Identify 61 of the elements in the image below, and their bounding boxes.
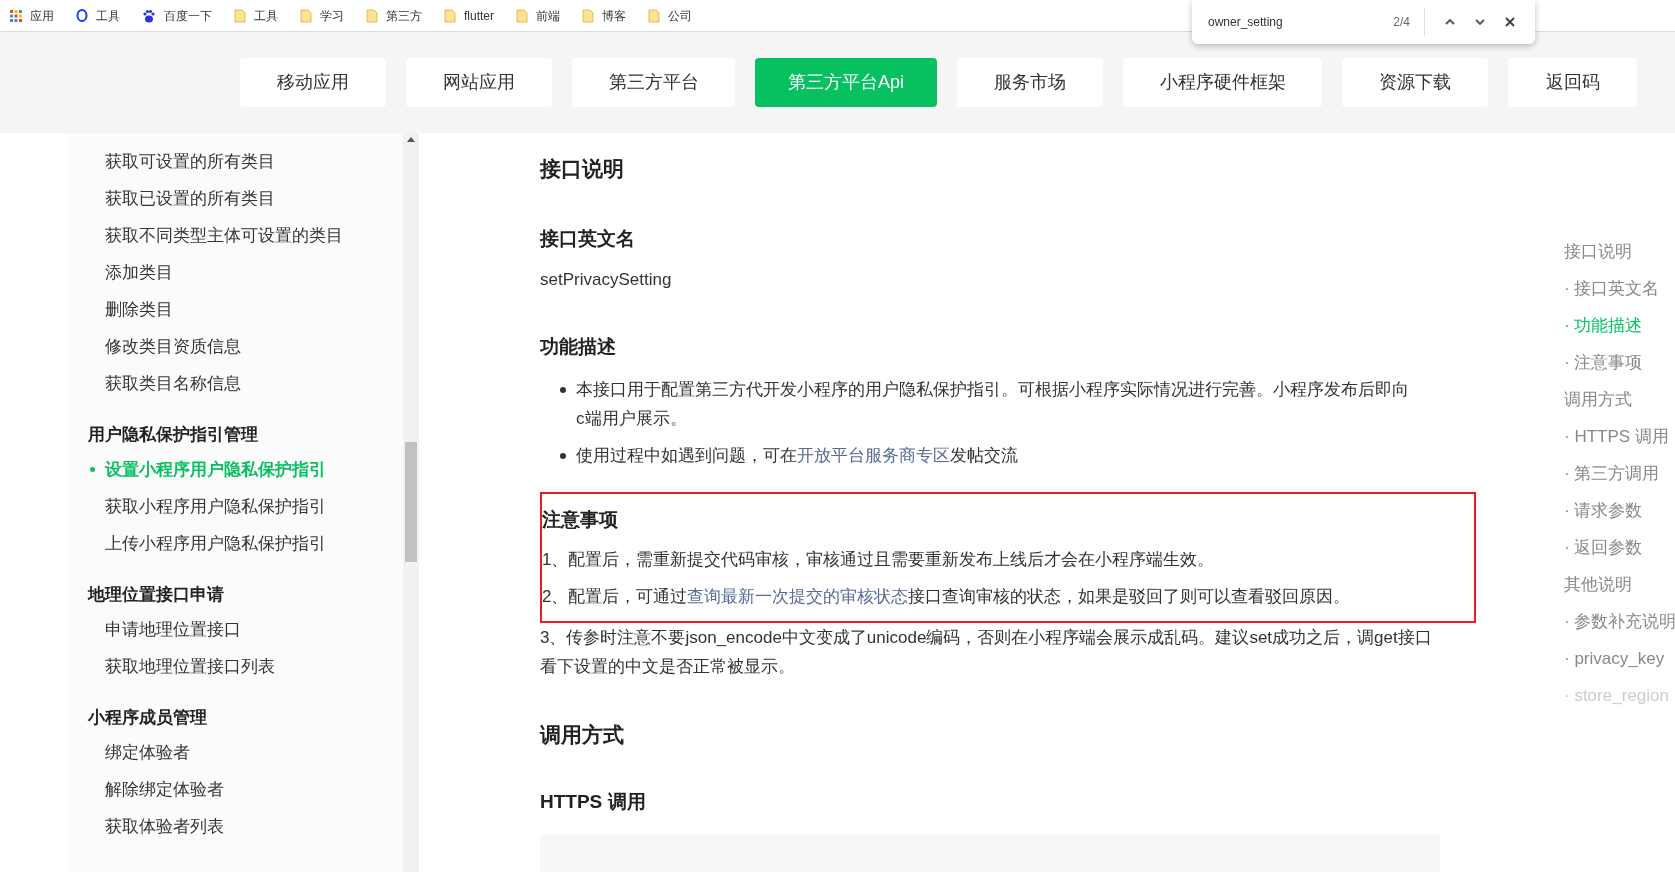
- sidebar-item[interactable]: 解除绑定体验者: [68, 771, 403, 808]
- bookmark-link[interactable]: 百度一下: [164, 6, 212, 25]
- bookmark-link[interactable]: 第三方: [386, 6, 422, 25]
- sidebar-group-title: 小程序成员管理: [87, 706, 208, 729]
- sidebar-item[interactable]: 修改类目资质信息: [68, 328, 403, 365]
- sidebar-item[interactable]: 删除类目: [68, 291, 403, 328]
- bookmark-link[interactable]: 公司: [668, 6, 692, 25]
- note-text: 1、配置后，需重新提交代码审核，审核通过且需要重新发布上线后才会在小程序端生效。: [542, 548, 1216, 571]
- toc-link[interactable]: · 第三方调用: [1564, 455, 1675, 492]
- toc-link[interactable]: 其他说明: [1564, 566, 1675, 603]
- sidebar-item[interactable]: 获取已设置的所有类目: [68, 180, 403, 217]
- section-heading: 功能描述: [540, 334, 617, 359]
- toc-link[interactable]: · 注意事项: [1564, 344, 1675, 381]
- sidebar-item[interactable]: 申请地理位置接口: [68, 611, 403, 648]
- bookmark-link[interactable]: flutter: [464, 6, 494, 25]
- sidebar-item[interactable]: 获取不同类型主体可设置的类目: [68, 217, 403, 254]
- bookmark-link[interactable]: 博客: [602, 6, 626, 25]
- note-text: 2、配置后，可通过查询最新一次提交的审核状态接口查询审核的状态，如果是驳回了则可以查看驳回原因。: [542, 585, 1352, 608]
- match-count: 2/4: [1393, 14, 1410, 31]
- bookmark-link[interactable]: 工具: [254, 6, 278, 25]
- section-heading: 接口说明: [540, 156, 625, 182]
- nav-tab[interactable]: 资源下载: [1342, 58, 1488, 107]
- bookmark-link[interactable]: 前端: [536, 6, 560, 25]
- sidebar-item[interactable]: 获取类目名称信息: [68, 365, 403, 402]
- toc-link[interactable]: · HTTPS 调用: [1564, 418, 1675, 455]
- toc-link[interactable]: 接口说明: [1564, 233, 1675, 270]
- nav-tab[interactable]: 移动应用: [240, 58, 386, 107]
- note-text: 3、传参时注意不要json_encode中文变成了unicode编码，否则在小程序端会展示成乱码。建议set成功之后，调get接口看下设置的中文是否正常被显示。: [540, 626, 1433, 678]
- toc-link[interactable]: · 请求参数: [1564, 492, 1675, 529]
- sidebar-item[interactable]: 添加类目: [68, 254, 403, 291]
- sidebar-group-title: 用户隐私保护指引管理: [87, 423, 259, 446]
- section-heading: 接口英文名: [540, 226, 636, 251]
- toc-link[interactable]: · 参数补充说明: [1564, 603, 1675, 640]
- nav-tab[interactable]: 第三方平台: [572, 58, 735, 107]
- sidebar-group-title: 地理位置接口申请: [86, 583, 225, 606]
- sidebar-item[interactable]: 获取小程序用户隐私保护指引: [68, 488, 403, 525]
- sidebar-item[interactable]: 获取可设置的所有类目: [68, 143, 403, 180]
- section-heading: HTTPS 调用: [540, 790, 647, 814]
- bullet-text: 使用过程中如遇到问题，可在开放平台服务商专区发帖交流: [560, 441, 1410, 470]
- api-name: setPrivacySetting: [540, 269, 673, 291]
- link[interactable]: 开放平台服务商专区: [797, 446, 950, 465]
- find-input[interactable]: owner_setting: [1208, 13, 1394, 31]
- nav-tab[interactable]: 网站应用: [406, 58, 552, 107]
- toc-link[interactable]: 调用方式: [1564, 381, 1675, 418]
- toc-link[interactable]: · 返回参数: [1564, 529, 1675, 566]
- sidebar-item[interactable]: 绑定体验者: [68, 734, 403, 771]
- toc-link[interactable]: · 接口英文名: [1564, 270, 1675, 307]
- bullet-text: 本接口用于配置第三方代开发小程序的用户隐私保护指引。可根据小程序实际情况进行完善。小程序发布后即向c端用户展示。: [560, 375, 1410, 433]
- bookmark-link[interactable]: 应用: [30, 6, 54, 25]
- nav-tab[interactable]: 返回码: [1508, 58, 1637, 107]
- sidebar-item[interactable]: 获取体验者列表: [68, 808, 403, 845]
- section-heading: 调用方式: [540, 721, 625, 748]
- sidebar-item[interactable]: 上传小程序用户隐私保护指引: [68, 525, 403, 562]
- link[interactable]: 查询最新一次提交的审核状态: [687, 586, 909, 606]
- bookmark-link[interactable]: 工具: [96, 6, 120, 25]
- sidebar-item[interactable]: 获取地理位置接口列表: [68, 648, 403, 685]
- section-heading: 注意事项: [542, 508, 619, 532]
- toc-link[interactable]: · privacy_key: [1564, 640, 1675, 677]
- bookmark-link[interactable]: 学习: [320, 6, 344, 25]
- nav-tab[interactable]: 服务市场: [957, 58, 1103, 107]
- nav-tab[interactable]: 小程序硬件框架: [1123, 58, 1322, 107]
